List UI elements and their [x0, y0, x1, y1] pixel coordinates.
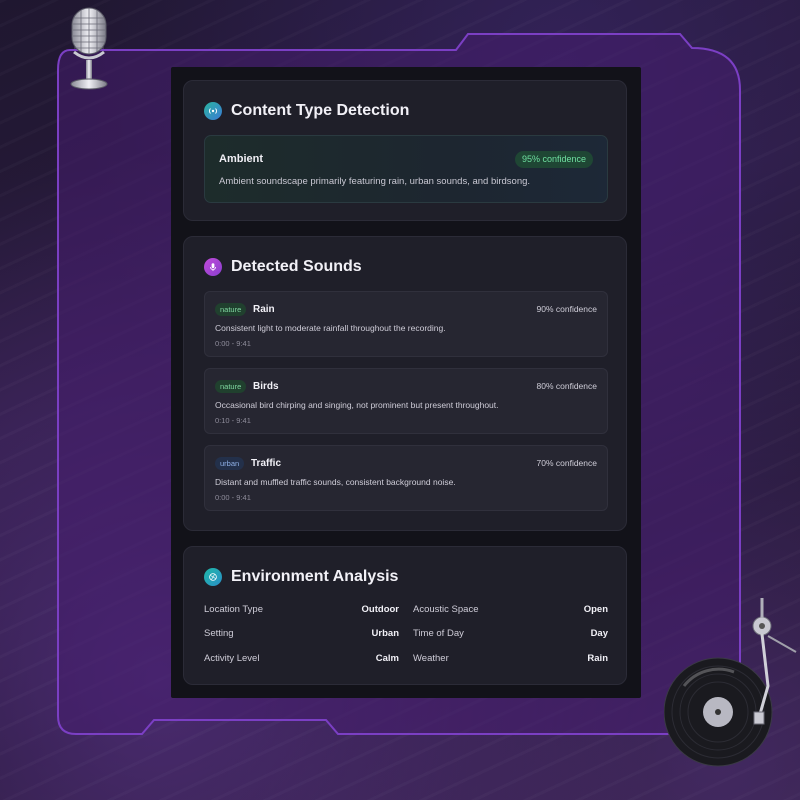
env-value-acoustic-space: Open [583, 604, 608, 615]
env-value-setting: Urban [371, 628, 399, 639]
content-type-name: Ambient [219, 153, 263, 165]
sound-confidence: 90% confidence [536, 304, 598, 314]
env-label-weather: Weather [413, 653, 449, 664]
sound-time: 0:10 - 9:41 [215, 416, 251, 425]
content-type-description: Ambient soundscape primarily featuring r… [219, 176, 531, 187]
content-type-result[interactable]: Ambient 95% confidence Ambient soundscap… [204, 135, 608, 203]
sound-confidence: 80% confidence [536, 381, 598, 391]
env-label-time-of-day: Time of Day [413, 628, 464, 639]
content-type-card: Content Type Detection Ambient 95% confi… [183, 80, 627, 221]
sound-time: 0:00 - 9:41 [215, 493, 251, 502]
content-type-title: Content Type Detection [231, 102, 410, 119]
globe-icon [204, 568, 222, 586]
env-label-activity-level: Activity Level [204, 653, 260, 664]
microphone-icon [64, 4, 114, 92]
broadcast-icon [204, 102, 222, 120]
detected-sounds-card: Detected Sounds nature Rain 90% confiden… [183, 236, 627, 531]
sound-tag: nature [215, 380, 247, 393]
sound-time: 0:00 - 9:41 [215, 339, 251, 348]
sound-name: Rain [253, 304, 275, 315]
detected-sounds-header: Detected Sounds [204, 258, 362, 276]
env-label-location-type: Location Type [204, 604, 263, 615]
microphone-icon [204, 258, 222, 276]
confidence-badge: 95% confidence [514, 151, 593, 168]
sound-name: Traffic [251, 458, 282, 469]
env-value-time-of-day: Day [590, 628, 608, 639]
sound-item-birds[interactable]: nature Birds 80% confidence Occasional b… [204, 368, 608, 434]
sound-description: Occasional bird chirping and singing, no… [215, 400, 499, 410]
environment-title: Environment Analysis [231, 568, 399, 585]
env-label-acoustic-space: Acoustic Space [413, 604, 479, 615]
sound-description: Consistent light to moderate rainfall th… [215, 323, 446, 333]
content-type-header: Content Type Detection [204, 102, 409, 120]
turntable-icon [663, 596, 800, 768]
sound-confidence: 70% confidence [536, 458, 598, 468]
sound-tag: nature [215, 303, 247, 316]
sound-item-traffic[interactable]: urban Traffic 70% confidence Distant and… [204, 445, 608, 511]
env-value-weather: Rain [587, 653, 608, 664]
sound-description: Distant and muffled traffic sounds, cons… [215, 477, 456, 487]
detected-sounds-title: Detected Sounds [231, 258, 362, 275]
environment-header: Environment Analysis [204, 568, 398, 586]
env-value-activity-level: Calm [375, 653, 399, 664]
sound-tag: urban [215, 457, 245, 470]
sound-name: Birds [253, 381, 279, 392]
sound-item-rain[interactable]: nature Rain 90% confidence Consistent li… [204, 291, 608, 357]
env-value-location-type: Outdoor [361, 604, 399, 615]
env-label-setting: Setting [204, 628, 234, 639]
environment-card: Environment Analysis Location Type Outdo… [183, 546, 627, 685]
